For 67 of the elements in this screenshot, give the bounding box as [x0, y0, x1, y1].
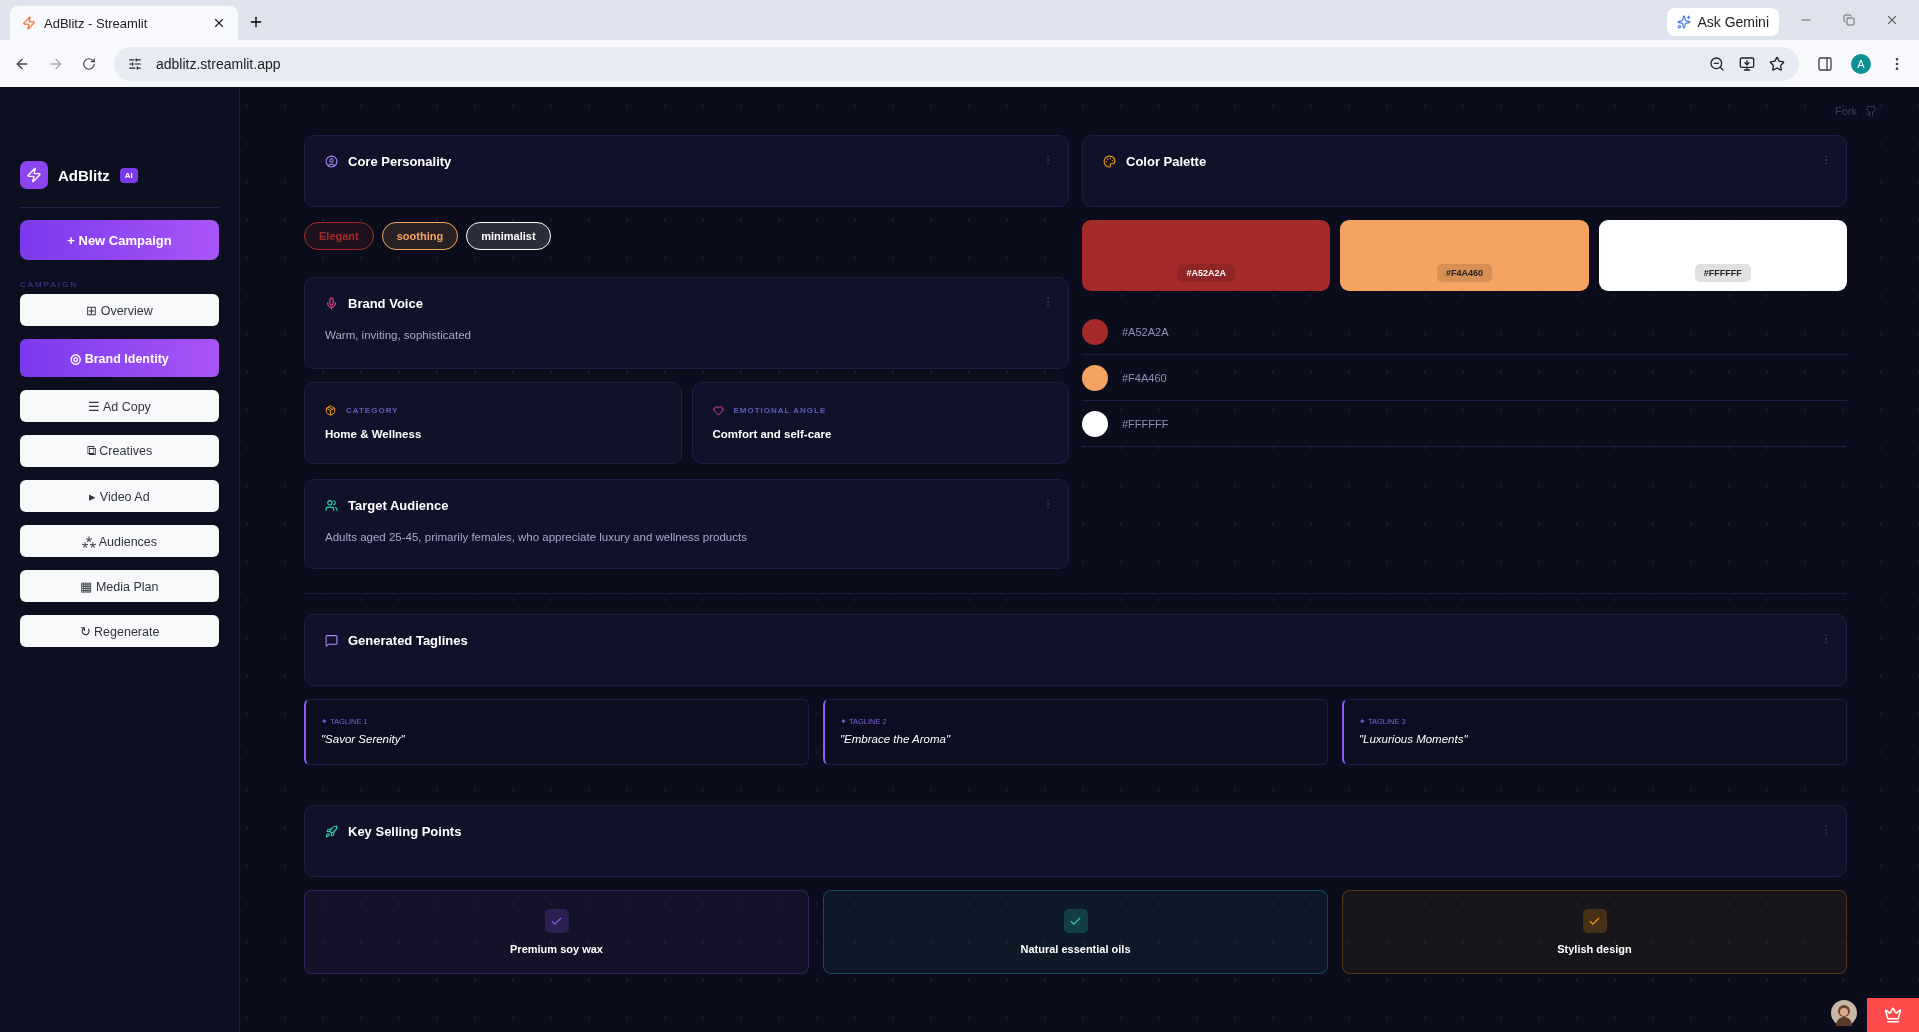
card-text: Adults aged 25-45, primarily females, who appreciate luxury and wellness products — [325, 531, 748, 543]
nav-button[interactable]: ▦ Media Plan — [20, 570, 219, 602]
profile-avatar[interactable]: A — [1851, 53, 1871, 74]
sparkle-icon — [1677, 15, 1692, 29]
hex-label: #A52A2A — [1177, 264, 1235, 282]
nav-button[interactable]: ☰ Ad Copy — [20, 390, 219, 422]
trait-tag: soothing — [381, 222, 459, 250]
chat-icon — [325, 634, 338, 647]
section-label: CAMPAIGN — [20, 280, 80, 289]
reload-icon[interactable] — [82, 56, 96, 71]
selling-point-text: Premium soy wax — [510, 943, 603, 955]
nav-button[interactable]: ▸ Video Ad — [20, 480, 219, 512]
brand-name: AdBlitz — [58, 166, 110, 184]
trait-tag: minimalist — [466, 222, 551, 250]
selling-point-text: Natural essential oils — [1020, 943, 1131, 955]
fact-label: EMOTIONAL ANGLE — [733, 406, 827, 415]
tagline-text: "Luxurious Moments" — [1359, 733, 1469, 745]
bolt-icon — [22, 16, 36, 30]
card-title: Brand Voice — [348, 296, 423, 311]
nav-button[interactable]: ⁂ Audiences — [20, 525, 219, 557]
microphone-icon — [325, 297, 338, 310]
site-settings-icon[interactable] — [128, 56, 142, 71]
browser-tab[interactable]: AdBlitz - Streamlit — [10, 6, 238, 40]
hex-label: #F4A460 — [1436, 264, 1492, 282]
tagline-text: "Embrace the Aroma" — [840, 733, 952, 745]
logo-icon — [20, 161, 48, 189]
side-panel-icon[interactable] — [1817, 55, 1833, 72]
heart-icon — [712, 405, 724, 416]
fact-label: CATEGORY — [346, 406, 399, 415]
fact-value: Comfort and self-care — [712, 428, 833, 440]
zoom-icon[interactable] — [1709, 55, 1725, 72]
nav-button[interactable]: ◎ Brand Identity — [20, 339, 219, 377]
gemini-button[interactable]: Ask Gemini — [1667, 8, 1779, 36]
fact-value: Home & Wellness — [325, 428, 423, 440]
restore-icon[interactable] — [1843, 14, 1855, 26]
nav-button[interactable]: ⊞ Overview — [20, 294, 219, 326]
user-icon — [325, 155, 338, 168]
nav-button[interactable]: ⧉ Creatives — [20, 435, 219, 467]
bookmark-icon[interactable] — [1769, 55, 1785, 72]
card-title: Key Selling Points — [348, 824, 462, 839]
tagline-text: "Savor Serenity" — [321, 733, 406, 745]
address-bar[interactable]: adblitz.streamlit.app — [114, 46, 1799, 81]
close-icon[interactable] — [212, 16, 226, 30]
users-icon — [325, 499, 338, 512]
trait-tag: Elegant — [304, 222, 374, 250]
install-icon[interactable] — [1739, 55, 1755, 72]
check-icon — [1582, 909, 1607, 933]
card-title: Target Audience — [348, 498, 449, 513]
card-text: Warm, inviting, sophisticated — [325, 329, 472, 341]
nav-button[interactable]: ↻ Regenerate — [20, 615, 219, 647]
check-icon — [1063, 909, 1088, 933]
card-title: Core Personality — [348, 154, 452, 169]
hex-label: #FFFFFF — [1694, 264, 1751, 282]
card-title: Generated Taglines — [348, 633, 468, 648]
new-campaign-button[interactable]: + New Campaign — [20, 220, 219, 260]
hex-code: #FFFFFF — [1122, 417, 1169, 430]
check-icon — [544, 909, 569, 933]
palette-icon — [1103, 155, 1116, 168]
rocket-icon — [325, 825, 338, 838]
crown-icon[interactable] — [1867, 998, 1919, 1032]
selling-point-text: Stylish design — [1557, 943, 1632, 955]
card-title: Color Palette — [1126, 154, 1207, 169]
ai-badge: AI — [119, 167, 138, 183]
hex-code: #F4A460 — [1122, 371, 1167, 384]
hex-code: #A52A2A — [1122, 325, 1169, 338]
new-tab-icon[interactable] — [248, 14, 264, 30]
package-icon — [325, 405, 336, 416]
